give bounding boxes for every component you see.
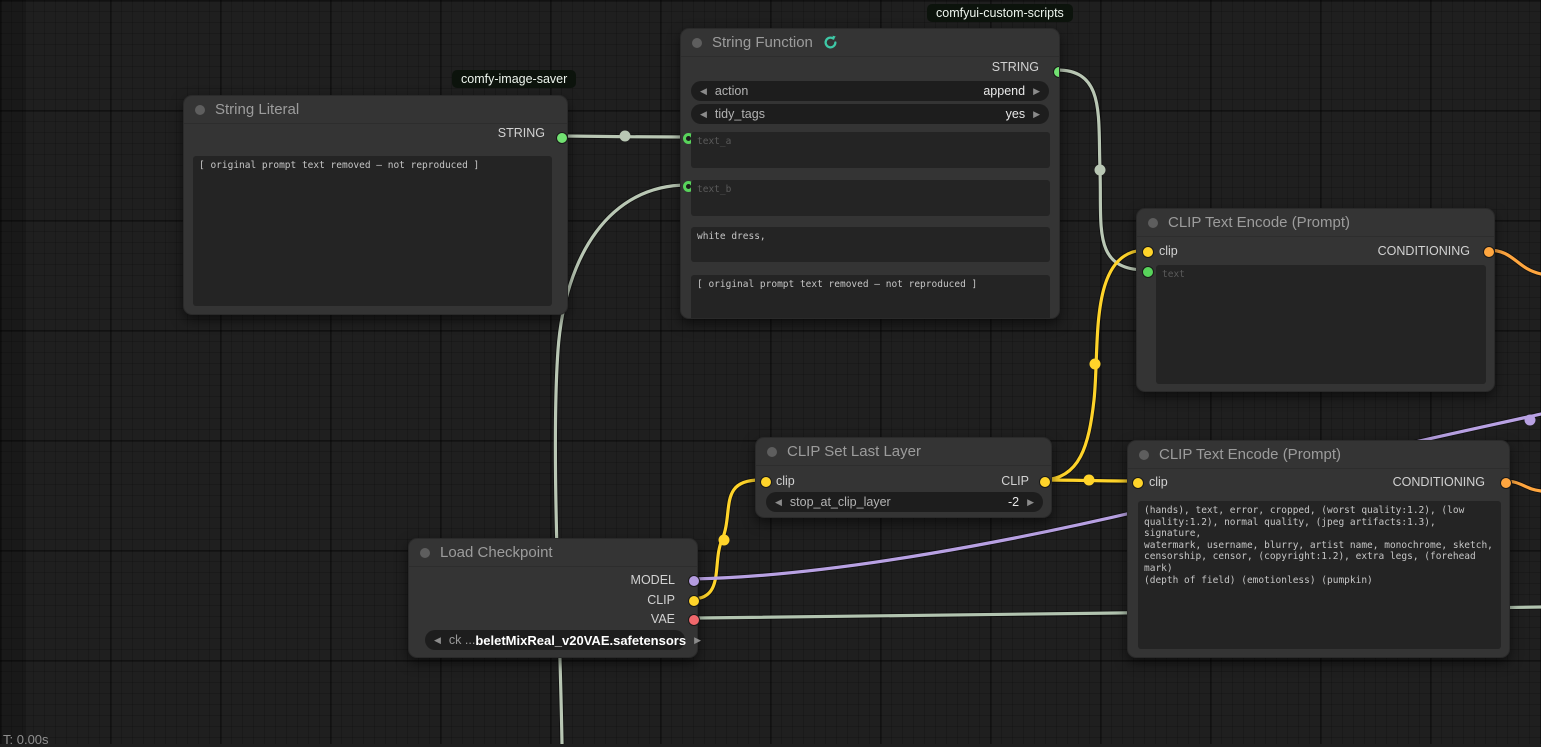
node-title: Load Checkpoint: [440, 544, 553, 561]
conditioning-output-port[interactable]: [1500, 477, 1512, 489]
link-dot: [1090, 359, 1101, 370]
node-title: CLIP Text Encode (Prompt): [1168, 214, 1350, 231]
string-function-node[interactable]: String Function STRING ◀ action append ▶…: [680, 28, 1060, 319]
widget-name: action: [715, 84, 983, 98]
clip-set-last-layer-node[interactable]: CLIP Set Last Layer clip CLIP ◀ stop_at_…: [755, 437, 1052, 518]
widget-value: append: [983, 84, 1025, 98]
model-output-label: MODEL: [631, 573, 675, 587]
arrow-left-icon[interactable]: ◀: [775, 498, 782, 507]
widget-value: yes: [1006, 107, 1025, 121]
negative-prompt-textarea[interactable]: (hands), text, error, cropped, (worst qu…: [1138, 501, 1501, 649]
collapse-dot-icon[interactable]: [1139, 450, 1149, 460]
text-input-port[interactable]: [1142, 266, 1154, 278]
vae-output-label: VAE: [651, 612, 675, 626]
clip-output-port[interactable]: [688, 595, 700, 607]
conditioning-output-port[interactable]: [1483, 246, 1495, 258]
model-output-port[interactable]: [688, 575, 700, 587]
node-title: CLIP Text Encode (Prompt): [1159, 446, 1341, 463]
clip-output-label: CLIP: [647, 593, 675, 607]
node-source-badge: comfy-image-saver: [452, 70, 576, 88]
string-literal-textarea[interactable]: [ original prompt text removed — not rep…: [193, 156, 552, 306]
clip-input-port[interactable]: [1142, 246, 1154, 258]
load-checkpoint-header[interactable]: Load Checkpoint: [409, 539, 697, 567]
load-checkpoint-node[interactable]: Load Checkpoint MODEL CLIP VAE ◀ ck ... …: [408, 538, 698, 658]
widget-name: ck ...: [449, 633, 475, 647]
clip-text-encode-bottom-node[interactable]: CLIP Text Encode (Prompt) clip CONDITION…: [1127, 440, 1510, 658]
link-dot: [620, 131, 631, 142]
clip-text-encode-header[interactable]: CLIP Text Encode (Prompt): [1128, 441, 1509, 469]
conditioning-output-label: CONDITIONING: [1393, 475, 1485, 489]
string-function-header[interactable]: String Function: [681, 29, 1059, 57]
string-output-label: STRING: [498, 126, 545, 140]
text-c-textarea[interactable]: white dress,: [691, 227, 1050, 262]
link-dot: [1525, 415, 1536, 426]
node-title: String Function: [712, 34, 813, 51]
widget-name: stop_at_clip_layer: [790, 495, 1008, 509]
timing-status-text: T: 0.00s: [3, 732, 49, 747]
node-title: String Literal: [215, 101, 299, 118]
ckpt-name-widget[interactable]: ◀ ck ... beletMixReal_v20VAE.safetensors…: [425, 630, 685, 650]
clip-input-label: clip: [776, 474, 795, 488]
string-literal-node[interactable]: String Literal STRING [ original prompt …: [183, 95, 568, 315]
node-title: CLIP Set Last Layer: [787, 443, 921, 460]
clip-input-label: clip: [1149, 475, 1168, 489]
clip-output-port[interactable]: [1039, 476, 1051, 488]
string-literal-header[interactable]: String Literal: [184, 96, 567, 124]
arrow-left-icon[interactable]: ◀: [434, 636, 441, 645]
conditioning-output-label: CONDITIONING: [1378, 244, 1470, 258]
widget-value: -2: [1008, 495, 1019, 509]
arrow-right-icon[interactable]: ▶: [1033, 110, 1040, 119]
widget-name: tidy_tags: [715, 107, 1006, 121]
clip-input-port[interactable]: [760, 476, 772, 488]
arrow-left-icon[interactable]: ◀: [700, 110, 707, 119]
arrow-right-icon[interactable]: ▶: [1027, 498, 1034, 507]
widget-value: beletMixReal_v20VAE.safetensors: [475, 633, 686, 648]
clip-set-last-layer-header[interactable]: CLIP Set Last Layer: [756, 438, 1051, 466]
clip-output-label: CLIP: [1001, 474, 1029, 488]
wire-offscreen-to-text-b: [555, 185, 687, 744]
text-a-textarea[interactable]: text_a: [691, 132, 1050, 168]
clip-input-port[interactable]: [1132, 477, 1144, 489]
collapse-dot-icon[interactable]: [420, 548, 430, 558]
result-preview-textarea[interactable]: [ original prompt text removed — not rep…: [691, 275, 1050, 319]
clip-text-encode-header[interactable]: CLIP Text Encode (Prompt): [1137, 209, 1494, 237]
text-placeholder: text: [1162, 269, 1185, 280]
string-output-port[interactable]: [1053, 66, 1060, 78]
text-b-textarea[interactable]: text_b: [691, 180, 1050, 216]
custom-scripts-icon: [823, 35, 838, 50]
string-output-label: STRING: [992, 60, 1039, 74]
action-widget[interactable]: ◀ action append ▶: [691, 81, 1049, 101]
string-output-port[interactable]: [556, 132, 568, 144]
clip-text-encode-top-node[interactable]: CLIP Text Encode (Prompt) clip CONDITION…: [1136, 208, 1495, 392]
link-dot: [1084, 475, 1095, 486]
graph-canvas[interactable]: String Literal STRING [ original prompt …: [0, 0, 1541, 744]
arrow-left-icon[interactable]: ◀: [700, 87, 707, 96]
vae-output-port[interactable]: [688, 614, 700, 626]
collapse-dot-icon[interactable]: [767, 447, 777, 457]
link-dot: [719, 535, 730, 546]
text-a-placeholder: text_a: [697, 136, 731, 147]
collapse-dot-icon[interactable]: [1148, 218, 1158, 228]
arrow-right-icon[interactable]: ▶: [694, 636, 701, 645]
text-textarea[interactable]: text: [1156, 265, 1486, 384]
collapse-dot-icon[interactable]: [692, 38, 702, 48]
arrow-right-icon[interactable]: ▶: [1033, 87, 1040, 96]
tidy-tags-widget[interactable]: ◀ tidy_tags yes ▶: [691, 104, 1049, 124]
text-b-placeholder: text_b: [697, 184, 731, 195]
clip-input-label: clip: [1159, 244, 1178, 258]
collapse-dot-icon[interactable]: [195, 105, 205, 115]
link-dot: [1095, 165, 1106, 176]
stop-at-clip-layer-widget[interactable]: ◀ stop_at_clip_layer -2 ▶: [766, 492, 1043, 512]
node-source-badge: comfyui-custom-scripts: [927, 4, 1073, 22]
